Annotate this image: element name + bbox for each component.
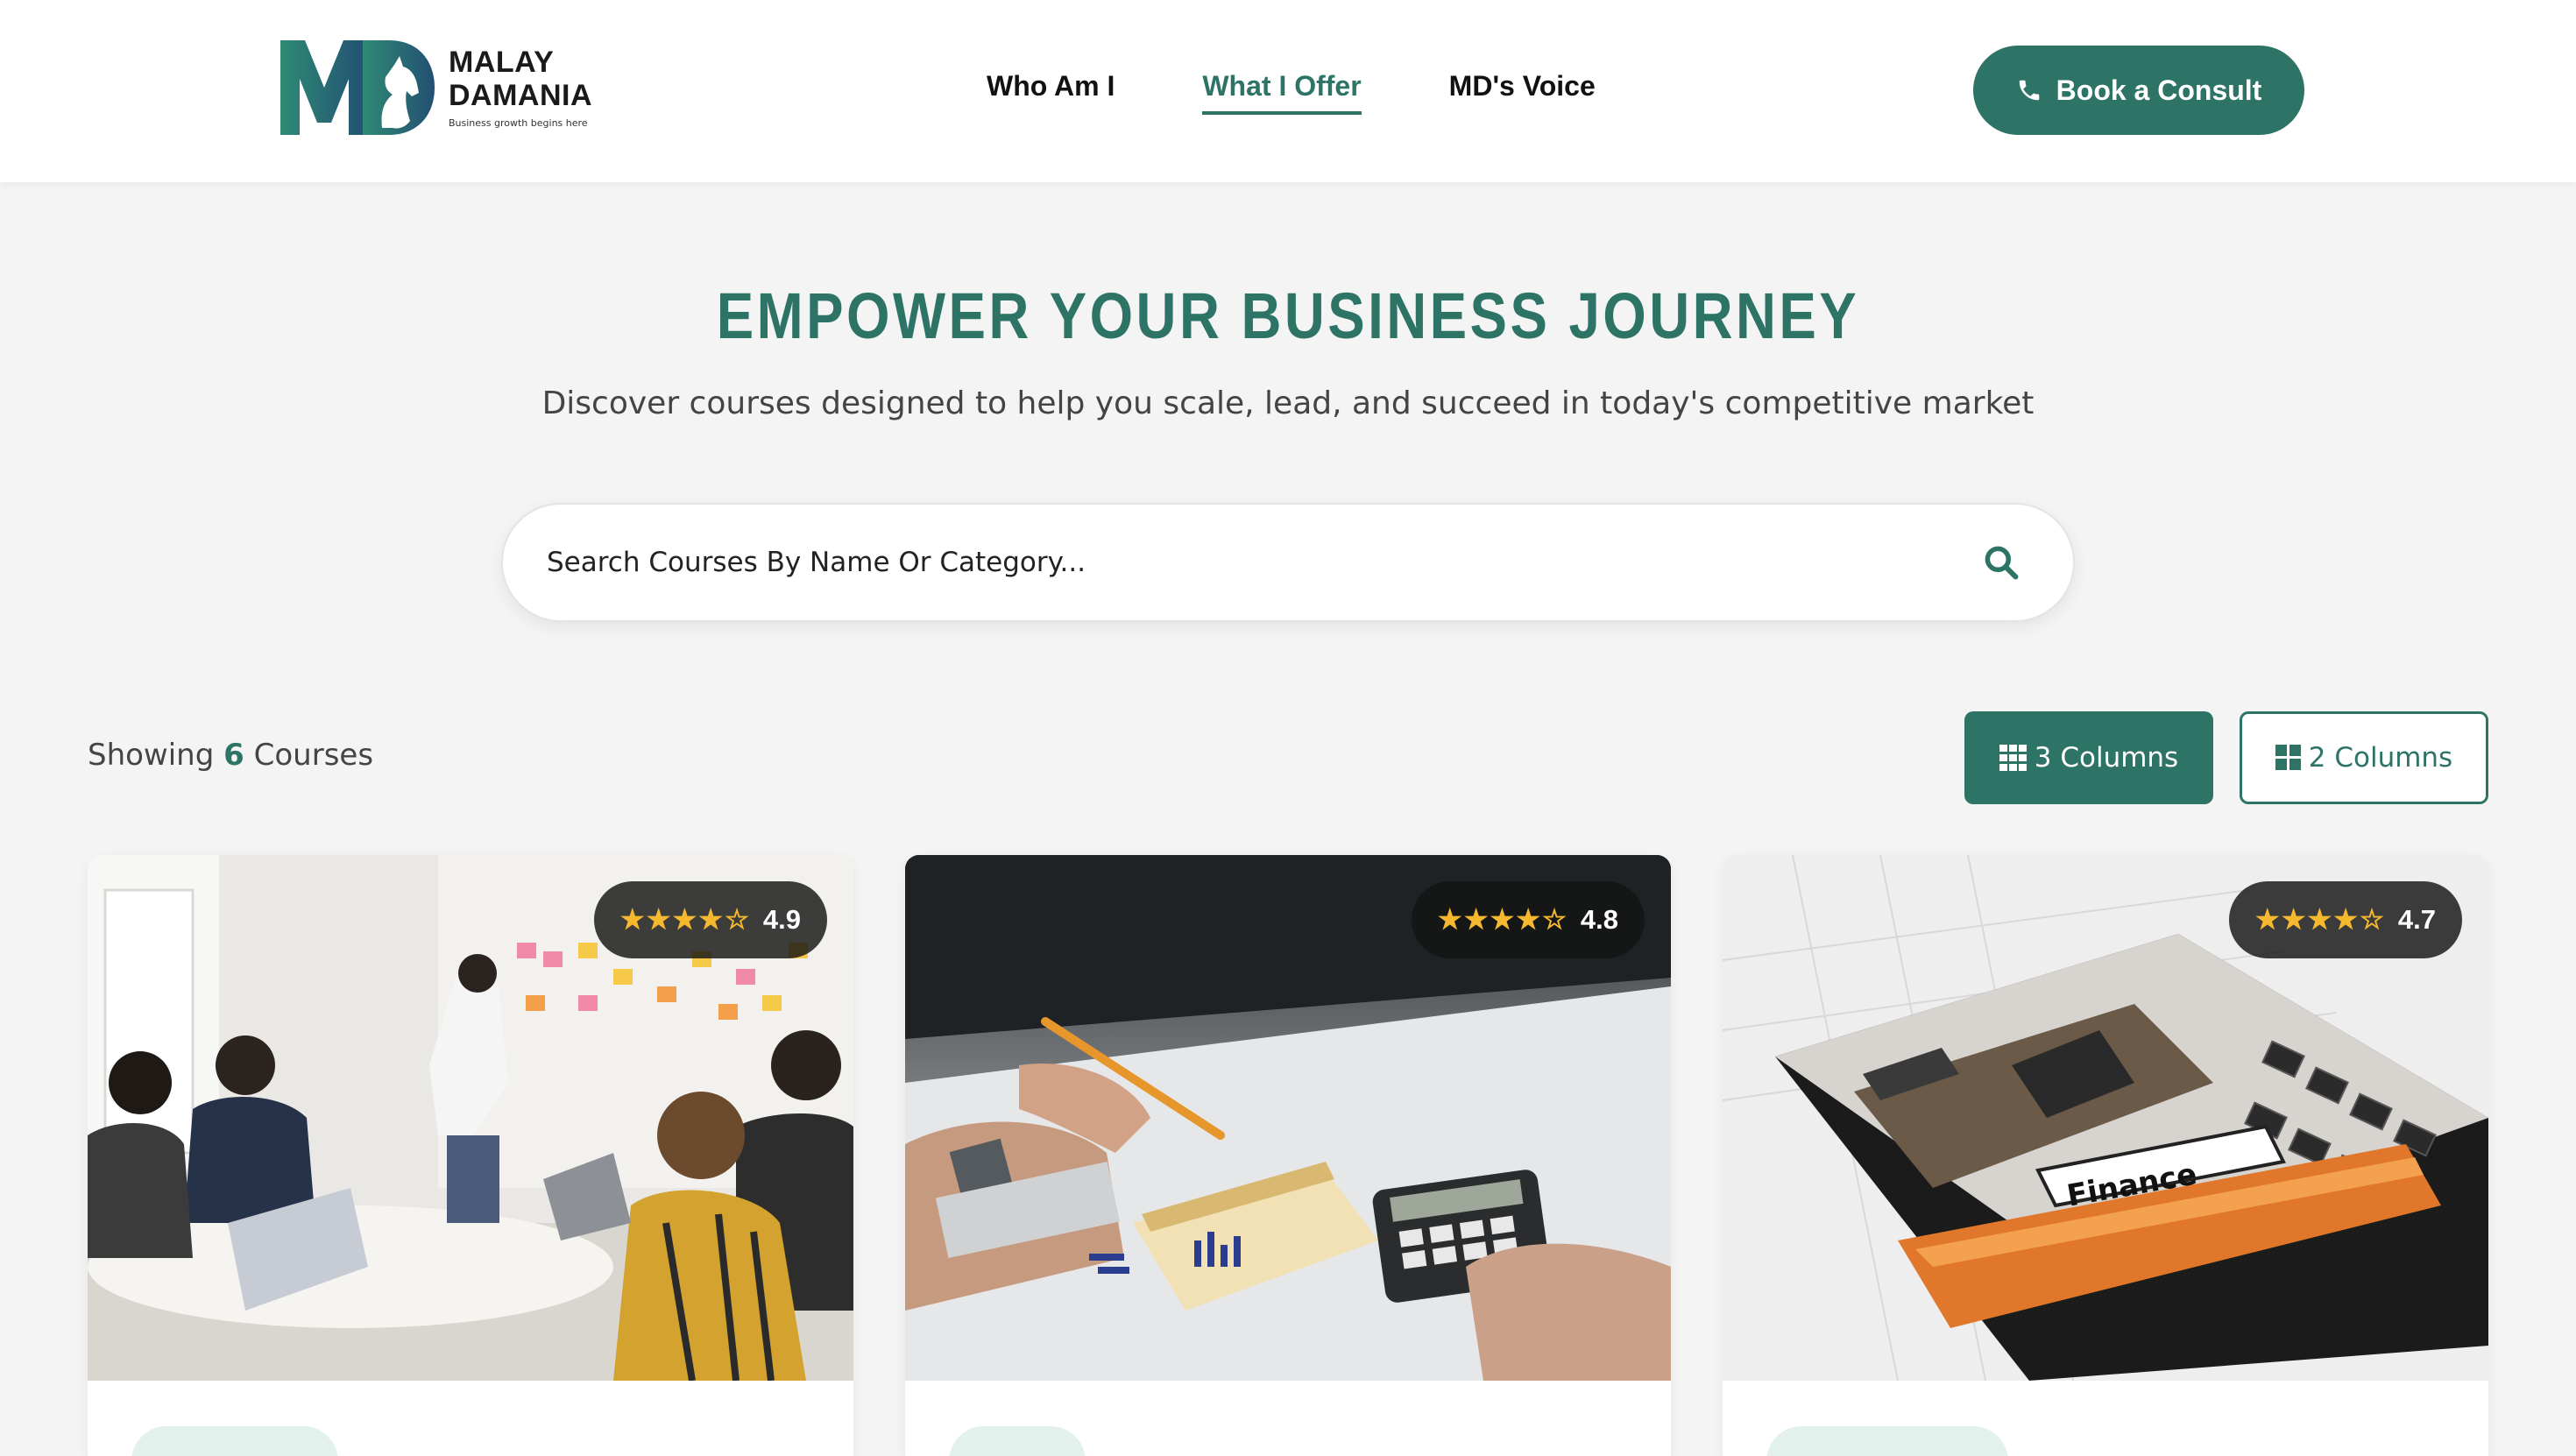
logo-name-line1: MALAY xyxy=(449,45,555,79)
nav-who-am-i[interactable]: Who Am I xyxy=(987,70,1115,115)
rating-value: 4.8 xyxy=(1580,904,1618,935)
book-consult-label: Book a Consult xyxy=(2056,74,2262,106)
course-card[interactable]: ★★★★☆ 4.9 xyxy=(88,855,853,1456)
logo-tagline: Business growth begins here xyxy=(449,117,588,129)
rating-badge: ★★★★☆ 4.7 xyxy=(2228,881,2462,958)
main-nav: Who Am I What I Offer MD's Voice xyxy=(987,70,1683,115)
logo-mark-icon xyxy=(279,37,436,137)
site-header: MALAY DAMANIA Business growth begins her… xyxy=(0,0,2576,182)
logo-name-line2: DAMANIA xyxy=(449,78,593,112)
grid-3-icon xyxy=(1999,745,2027,771)
rating-badge: ★★★★☆ 4.9 xyxy=(593,881,827,958)
category-badge xyxy=(949,1426,1086,1456)
results-count: Showing 6 Courses xyxy=(88,738,373,773)
grid-2-icon xyxy=(2275,745,2301,770)
three-columns-button[interactable]: 3 Columns xyxy=(1964,711,2213,804)
star-rating-icon: ★★★★☆ xyxy=(1437,904,1568,935)
phone-icon xyxy=(2019,80,2039,101)
two-columns-label: 2 Columns xyxy=(2308,742,2453,774)
three-columns-label: 3 Columns xyxy=(2034,742,2179,774)
search-input[interactable] xyxy=(547,547,1982,578)
nav-what-i-offer[interactable]: What I Offer xyxy=(1202,70,1362,115)
course-image-team-meeting[interactable]: ★★★★☆ 4.9 xyxy=(88,855,853,1381)
two-columns-button[interactable]: 2 Columns xyxy=(2240,711,2488,804)
results-suffix: Courses xyxy=(253,738,374,773)
star-rating-icon: ★★★★☆ xyxy=(2254,904,2386,935)
category-badge xyxy=(131,1426,338,1456)
rating-badge: ★★★★☆ 4.8 xyxy=(1411,881,1645,958)
course-card[interactable]: Finance ★★★★☆ 4.7 xyxy=(1723,855,2488,1456)
star-rating-icon: ★★★★☆ xyxy=(619,904,751,935)
page-subtitle: Discover courses designed to help you sc… xyxy=(541,385,2035,421)
logo[interactable]: MALAY DAMANIA Business growth begins her… xyxy=(279,37,592,137)
results-prefix: Showing xyxy=(88,738,215,773)
results-count-value: 6 xyxy=(223,738,244,773)
category-badge xyxy=(1766,1426,2008,1456)
rating-value: 4.7 xyxy=(2397,904,2436,935)
book-consult-button[interactable]: Book a Consult xyxy=(1973,46,2304,135)
nav-mds-voice[interactable]: MD's Voice xyxy=(1449,70,1596,115)
search-icon[interactable] xyxy=(1982,543,2020,582)
logo-text: MALAY DAMANIA Business growth begins her… xyxy=(449,46,592,129)
course-image-calculator[interactable]: ★★★★☆ 4.8 xyxy=(905,855,1671,1381)
course-image-finance[interactable]: Finance ★★★★☆ 4.7 xyxy=(1723,855,2488,1381)
page-title: EMPOWER YOUR BUSINESS JOURNEY xyxy=(716,279,1860,352)
search-bar xyxy=(501,503,2075,622)
rating-value: 4.9 xyxy=(762,904,801,935)
course-card[interactable]: ★★★★☆ 4.8 xyxy=(905,855,1671,1456)
